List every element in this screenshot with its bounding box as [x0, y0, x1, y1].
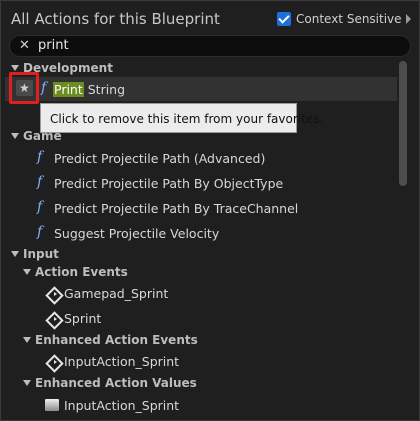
event-icon — [47, 356, 59, 368]
item-label: Print String — [53, 82, 125, 97]
category-action-events[interactable]: Action Events — [5, 264, 397, 280]
search-input[interactable]: print — [38, 38, 69, 53]
tooltip-text: Click to remove this item from your favo… — [50, 112, 324, 126]
close-icon[interactable]: ✕ — [19, 39, 30, 53]
list-item-inputaction-sprint-event[interactable]: InputAction_Sprint — [5, 351, 397, 373]
expand-arrow-icon — [23, 337, 31, 343]
favorite-tooltip: Click to remove this item from your favo… — [40, 103, 323, 133]
item-label: Gamepad_Sprint — [64, 286, 169, 301]
item-label: Predict Projectile Path (Advanced) — [54, 151, 266, 166]
chevron-right-icon[interactable] — [405, 14, 411, 24]
item-label: Predict Projectile Path By ObjectType — [54, 176, 284, 191]
expand-arrow-icon — [11, 251, 19, 257]
function-icon: f — [37, 149, 43, 165]
item-label: Predict Projectile Path By TraceChannel — [54, 201, 299, 216]
function-icon: f — [37, 199, 43, 215]
list-item-suggest-velocity[interactable]: f Suggest Projectile Velocity — [5, 223, 397, 245]
function-icon: f — [37, 224, 43, 240]
category-enhanced-action-values[interactable]: Enhanced Action Values — [5, 375, 397, 391]
panel-title: All Actions for this Blueprint — [11, 10, 220, 28]
event-icon — [47, 288, 59, 300]
list-item-sprint[interactable]: Sprint — [5, 308, 397, 330]
category-label: Enhanced Action Events — [35, 333, 198, 347]
list-item-predict-tracechannel[interactable]: f Predict Projectile Path By TraceChanne… — [5, 198, 397, 220]
action-menu-panel: All Actions for this Blueprint Context S… — [0, 0, 420, 421]
category-label: Action Events — [35, 265, 128, 279]
expand-arrow-icon — [11, 65, 19, 71]
category-input[interactable]: Input — [5, 246, 397, 262]
category-label: Enhanced Action Values — [35, 376, 197, 390]
list-item-inputaction-sprint-value[interactable]: InputAction_Sprint — [5, 395, 397, 417]
search-box[interactable]: ✕ print — [9, 35, 411, 57]
variable-icon — [45, 399, 59, 411]
function-icon: f — [41, 80, 47, 96]
event-icon — [47, 313, 59, 325]
favorite-star-button[interactable]: ★ — [9, 72, 39, 104]
star-icon: ★ — [19, 81, 30, 95]
item-label: InputAction_Sprint — [64, 354, 180, 369]
list-item-gamepad-sprint[interactable]: Gamepad_Sprint — [5, 283, 397, 305]
expand-arrow-icon — [23, 380, 31, 386]
item-label: InputAction_Sprint — [64, 398, 180, 413]
context-sensitive-toggle[interactable]: Context Sensitive — [277, 12, 411, 26]
expand-arrow-icon — [23, 269, 31, 275]
list-item-predict-advanced[interactable]: f Predict Projectile Path (Advanced) — [5, 148, 397, 170]
scrollbar-thumb[interactable] — [399, 61, 407, 186]
function-icon: f — [37, 174, 43, 190]
header: All Actions for this Blueprint Context S… — [1, 1, 419, 37]
category-label: Input — [23, 247, 59, 261]
favorite-button-background: ★ — [16, 80, 33, 96]
item-label-rest: String — [83, 82, 126, 97]
expand-arrow-icon — [11, 133, 19, 139]
context-sensitive-label: Context Sensitive — [296, 12, 402, 26]
list-item-print-string[interactable]: f Print String — [5, 77, 397, 101]
search-match-highlight: Print — [53, 82, 84, 97]
item-label: Sprint — [64, 311, 102, 326]
category-development[interactable]: Development — [5, 60, 397, 76]
item-label: Suggest Projectile Velocity — [54, 226, 220, 241]
list-item-predict-objecttype[interactable]: f Predict Projectile Path By ObjectType — [5, 173, 397, 195]
category-enhanced-action-events[interactable]: Enhanced Action Events — [5, 332, 397, 348]
context-sensitive-checkbox[interactable] — [277, 12, 291, 26]
